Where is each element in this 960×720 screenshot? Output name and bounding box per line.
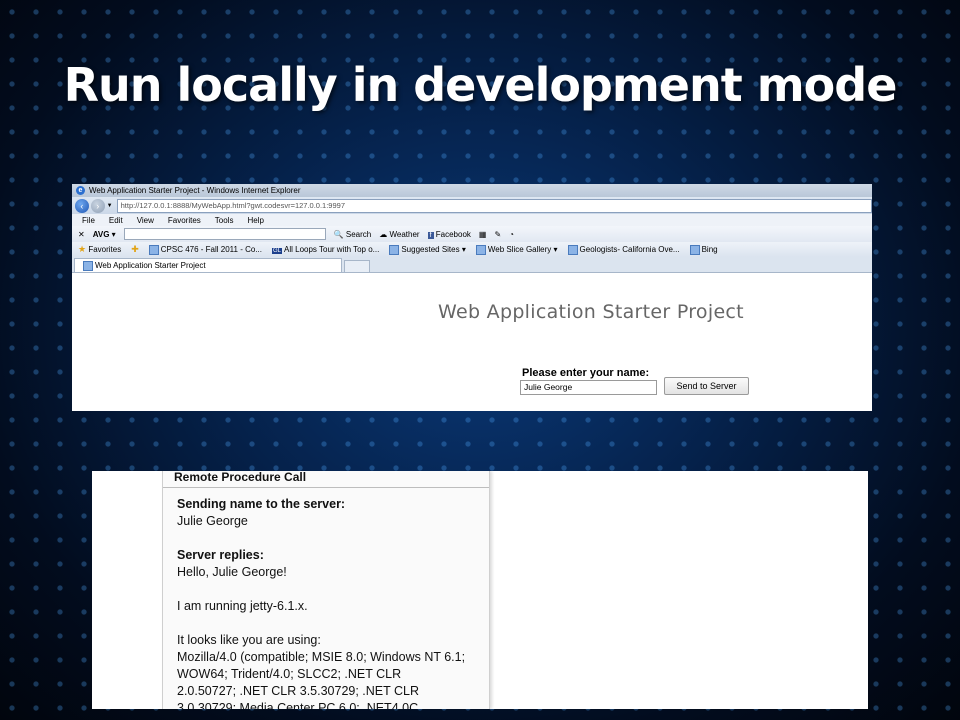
replies-label: Server replies: bbox=[177, 548, 264, 562]
page-content: Web Application Starter Project Please e… bbox=[72, 279, 872, 411]
page-icon bbox=[389, 244, 400, 255]
avg-button[interactable]: AVG ▾ bbox=[93, 230, 116, 239]
facebook-label: Facebook bbox=[435, 229, 471, 239]
ua-line: WOW64; Trident/4.0; SLCC2; .NET CLR bbox=[177, 667, 402, 681]
toolbar-chat-icon[interactable]: ◔ bbox=[509, 230, 514, 239]
fav-item-loops[interactable]: GL All Loops Tour with Top o... bbox=[272, 245, 379, 254]
menu-help[interactable]: Help bbox=[247, 216, 263, 225]
address-text: http://127.0.0.1:8888/MyWebApp.html?gwt.… bbox=[120, 201, 345, 210]
address-bar[interactable]: http://127.0.0.1:8888/MyWebApp.html?gwt.… bbox=[116, 198, 872, 213]
fav-item-label: Geologists- California Ove... bbox=[579, 244, 680, 254]
tab-label: Web Application Starter Project bbox=[95, 261, 206, 270]
fav-item-bing[interactable]: Bing bbox=[689, 244, 718, 255]
slide-title: Run locally in development mode bbox=[63, 58, 898, 112]
sending-value: Julie George bbox=[177, 514, 248, 528]
favorites-button[interactable]: ★ Favorites bbox=[78, 244, 121, 255]
window-titlebar: e Web Application Starter Project - Wind… bbox=[72, 184, 872, 197]
send-to-server-button[interactable]: Send to Server bbox=[664, 377, 749, 395]
fav-item-label: Bing bbox=[701, 244, 718, 254]
toolbar-search-input[interactable] bbox=[123, 228, 326, 240]
reply-value: Hello, Julie George! bbox=[177, 565, 287, 579]
fav-item-webslice[interactable]: Web Slice Gallery ▾ bbox=[475, 244, 558, 255]
address-row: ‹ › ▼ http://127.0.0.1:8888/MyWebApp.htm… bbox=[72, 197, 872, 214]
page-icon bbox=[689, 244, 700, 255]
back-button[interactable]: ‹ bbox=[75, 198, 89, 213]
ua-line: 2.0.50727; .NET CLR 3.5.30729; .NET CLR bbox=[177, 684, 420, 698]
page-icon bbox=[567, 244, 578, 255]
history-dropdown-icon[interactable]: ▼ bbox=[107, 203, 113, 209]
close-toolbar-icon[interactable]: ✕ bbox=[78, 230, 85, 239]
fav-item-label: All Loops Tour with Top o... bbox=[284, 245, 380, 254]
tab-bar: Web Application Starter Project bbox=[72, 257, 872, 273]
menu-view[interactable]: View bbox=[137, 216, 154, 225]
avg-label: AVG bbox=[92, 229, 110, 239]
fav-item-label: Suggested Sites bbox=[401, 244, 460, 254]
fav-item-cpsc[interactable]: CPSC 476 - Fall 2011 - Co... bbox=[148, 244, 262, 255]
fav-item-geologists[interactable]: Geologists- California Ove... bbox=[567, 244, 680, 255]
toolbar-edit-icon[interactable]: ✎ bbox=[494, 230, 501, 239]
menu-favorites[interactable]: Favorites bbox=[168, 216, 201, 225]
search-button[interactable]: 🔍 Search bbox=[334, 230, 372, 239]
favorites-bar: ★ Favorites ✚ CPSC 476 - Fall 2011 - Co.… bbox=[72, 242, 872, 257]
menu-edit[interactable]: Edit bbox=[109, 216, 123, 225]
star-icon: ★ bbox=[78, 244, 87, 254]
ua-line: 3.0.30729; Media Center PC 6.0; .NET4.0C bbox=[177, 701, 419, 709]
add-favorite-icon[interactable]: ✚ bbox=[131, 244, 139, 255]
app-heading: Web Application Starter Project bbox=[438, 301, 744, 323]
fav-item-suggested[interactable]: Suggested Sites ▾ bbox=[389, 244, 466, 255]
forward-button[interactable]: › bbox=[90, 198, 105, 213]
gl-icon: GL bbox=[272, 248, 283, 254]
page-icon bbox=[475, 244, 486, 255]
menu-file[interactable]: File bbox=[82, 216, 95, 225]
sending-label: Sending name to the server: bbox=[177, 497, 346, 511]
name-input[interactable] bbox=[520, 380, 657, 395]
window-title: Web Application Starter Project - Window… bbox=[89, 186, 301, 195]
fav-item-label: Web Slice Gallery bbox=[487, 244, 552, 254]
ua-line: Mozilla/4.0 (compatible; MSIE 8.0; Windo… bbox=[177, 650, 466, 664]
page-icon bbox=[148, 244, 159, 255]
weather-button[interactable]: ☁ Weather bbox=[379, 230, 419, 239]
rpc-dialog: Remote Procedure Call Sending name to th… bbox=[162, 471, 490, 709]
using-label: It looks like you are using: bbox=[177, 633, 321, 647]
name-prompt: Please enter your name: bbox=[522, 367, 650, 379]
menu-bar: File Edit View Favorites Tools Help bbox=[72, 214, 872, 226]
facebook-button[interactable]: f Facebook bbox=[427, 229, 471, 239]
dialog-caption: Remote Procedure Call bbox=[163, 471, 489, 488]
favorites-label: Favorites bbox=[88, 245, 122, 254]
dialog-body: Sending name to the server: Julie George… bbox=[177, 496, 487, 709]
search-label: Search bbox=[345, 229, 372, 239]
rpc-screenshot: Remote Procedure Call Sending name to th… bbox=[92, 471, 868, 709]
ie-logo-icon: e bbox=[76, 186, 85, 195]
menu-tools[interactable]: Tools bbox=[215, 216, 234, 225]
toolbar: ✕ AVG ▾ 🔍 Search ☁ Weather f Facebook ▦ … bbox=[72, 226, 872, 242]
running-text: I am running jetty-6.1.x. bbox=[177, 599, 308, 613]
toolbar-extra-icon[interactable]: ▦ bbox=[479, 230, 487, 239]
facebook-icon: f bbox=[427, 231, 434, 239]
tab-starter-project[interactable]: Web Application Starter Project bbox=[74, 258, 342, 272]
fav-item-label: CPSC 476 - Fall 2011 - Co... bbox=[160, 244, 262, 254]
weather-label: Weather bbox=[389, 229, 420, 239]
page-icon bbox=[83, 260, 93, 271]
new-tab-button[interactable] bbox=[344, 260, 370, 272]
browser-window: e Web Application Starter Project - Wind… bbox=[72, 184, 872, 411]
